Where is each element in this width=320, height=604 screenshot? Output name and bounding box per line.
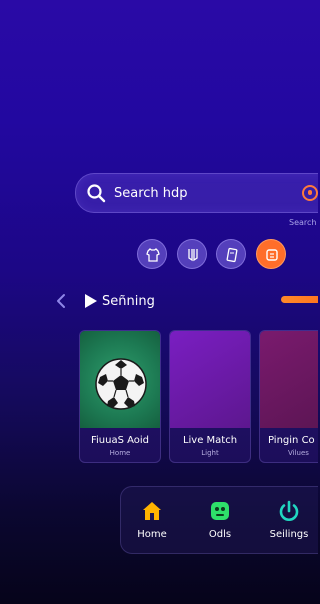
nav-item-home[interactable]: Home — [122, 499, 182, 549]
nav-label: Home — [137, 529, 167, 540]
search-bar[interactable] — [75, 173, 318, 213]
shirt-button[interactable] — [137, 239, 167, 269]
card-thumbnail — [260, 331, 318, 428]
ticket-icon — [266, 249, 278, 261]
match-card[interactable]: Pingin Co Vilues — [259, 330, 318, 463]
chevron-left-icon[interactable] — [53, 292, 69, 310]
search-hint: Search — [289, 218, 317, 227]
card-title: Live Match — [182, 435, 238, 446]
boots-icon — [188, 249, 198, 262]
nav-label: Odls — [208, 529, 232, 540]
card-icon — [226, 247, 238, 263]
power-icon — [279, 500, 299, 521]
card-subtitle: Vilues — [288, 449, 309, 457]
app-screen: Search Señning — [0, 0, 318, 604]
bottom-nav: Home Odls Seilings — [120, 486, 318, 554]
card-button[interactable] — [216, 239, 246, 269]
card-subtitle: Home — [109, 449, 131, 457]
match-card[interactable]: Live Match Light — [169, 330, 251, 463]
section-accent-bar — [281, 296, 318, 303]
nav-item-settings[interactable]: Seilings — [259, 499, 318, 549]
card-title: Pingin Co — [268, 435, 315, 446]
card-subtitle: Light — [201, 449, 219, 457]
home-icon — [143, 502, 161, 520]
mic-icon[interactable] — [302, 185, 318, 201]
play-icon — [85, 294, 97, 308]
nav-item-odds[interactable]: Odls — [190, 499, 250, 549]
ticket-button[interactable] — [256, 239, 286, 269]
boots-button[interactable] — [177, 239, 207, 269]
shirt-icon — [146, 248, 160, 262]
card-thumbnail — [170, 331, 250, 428]
match-card[interactable]: FiuuaS Aoid Home — [79, 330, 161, 463]
card-title: FiuuaS Aoid — [90, 435, 150, 446]
soccer-ball-icon — [95, 358, 147, 410]
nav-label: Seilings — [269, 529, 309, 540]
search-input[interactable] — [114, 182, 294, 204]
card-thumbnail — [80, 331, 160, 428]
section-title: Señning — [102, 294, 155, 309]
search-icon — [87, 184, 106, 203]
odds-icon — [211, 502, 229, 520]
